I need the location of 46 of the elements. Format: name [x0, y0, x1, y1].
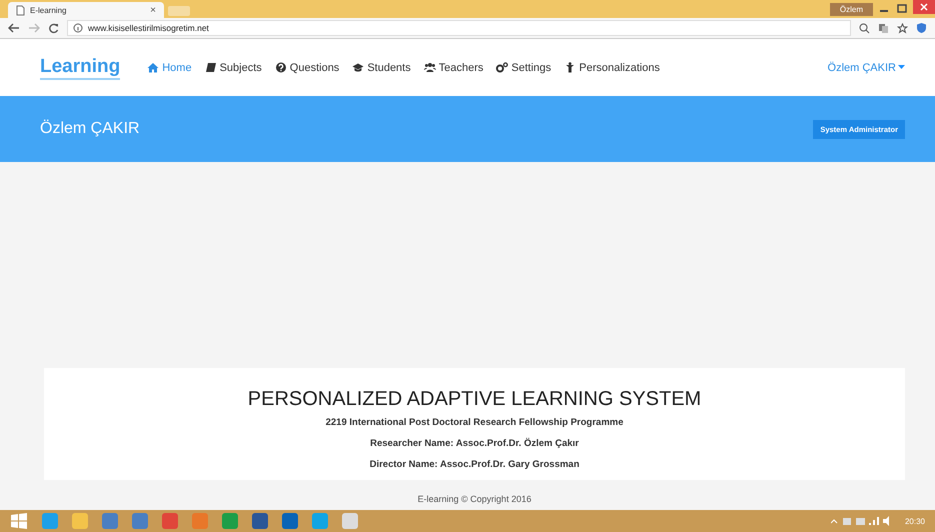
tray-icons[interactable] [830, 516, 891, 526]
forward-icon[interactable] [28, 23, 40, 33]
info-line: Researcher Name: Assoc.Prof.Dr. Özlem Çakır [369, 436, 580, 451]
info-line: Director Name: Assoc.Prof.Dr. Gary Grossman [368, 458, 580, 472]
reload-icon[interactable] [48, 22, 59, 34]
maximize-icon[interactable] [895, 4, 909, 14]
caret-icon [898, 65, 905, 70]
graduation-cap-icon [352, 62, 364, 73]
close-icon[interactable] [913, 0, 935, 14]
page-icon [16, 4, 25, 16]
app-icon[interactable] [282, 513, 298, 529]
star-icon[interactable] [897, 22, 908, 34]
app-icon[interactable] [342, 513, 358, 529]
translate-icon[interactable] [878, 22, 889, 34]
app-icon[interactable] [102, 513, 118, 529]
browser-tab[interactable]: E-learning × [8, 2, 164, 18]
app-icon[interactable] [252, 513, 268, 529]
person-icon [564, 62, 576, 73]
house-icon [147, 62, 160, 73]
nav-link[interactable]: Settings [496, 62, 552, 74]
nav-link[interactable]: Teachers [424, 62, 484, 74]
question-icon [274, 62, 287, 73]
info-line: 2219 International Post Doctoral Research Fellowship Programme [324, 416, 624, 430]
tab-close-button[interactable]: × [150, 4, 156, 16]
system-title: PERSONALIZED ADAPTIVE LEARNING SYSTEM [246, 388, 702, 411]
copyright-text: E-learning © Copyright 2016 [418, 494, 532, 504]
app-icon[interactable] [222, 513, 238, 529]
tab-title: E-learning [30, 6, 68, 14]
info-icon [73, 23, 83, 33]
book-icon [204, 62, 217, 73]
gears-icon [496, 62, 508, 73]
nav-link[interactable]: Questions [274, 62, 340, 74]
zoom-icon[interactable] [859, 22, 870, 34]
app-icon[interactable] [72, 513, 88, 529]
app-icon[interactable] [162, 513, 178, 529]
profile-button[interactable]: Özlem [830, 2, 873, 16]
back-icon[interactable] [8, 23, 20, 33]
windows-start-icon[interactable] [10, 512, 28, 530]
user-name: Özlem ÇAKIR [40, 120, 140, 138]
app-icon[interactable] [132, 513, 148, 529]
shield-icon[interactable] [916, 22, 927, 34]
nav-link[interactable]: Personalizations [564, 62, 660, 74]
nav-link[interactable]: Students [352, 62, 411, 74]
users-icon [424, 62, 436, 73]
nav-link[interactable]: Subjects [204, 62, 262, 74]
address-field[interactable]: www.kisisellestirilmisogretim.net [67, 20, 851, 36]
